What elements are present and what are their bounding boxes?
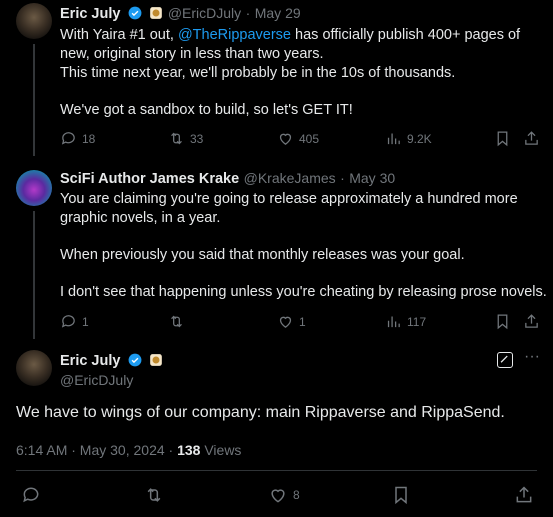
timestamp[interactable]: 6:14 AM · May 30, 2024 ·	[16, 442, 177, 458]
author-handle[interactable]: @EricDJuly	[168, 5, 241, 21]
share-icon	[525, 131, 538, 145]
like-button[interactable]: 405	[277, 130, 319, 147]
body-line: has officially publish 400+ pages of	[291, 27, 521, 43]
like-count: 8	[293, 488, 300, 502]
reply-button[interactable]: 1	[60, 313, 89, 330]
reply-button[interactable]: 18	[60, 130, 95, 147]
share-icon	[516, 486, 532, 503]
like-button[interactable]: 8	[268, 485, 300, 505]
affiliate-badge-icon	[150, 354, 163, 366]
heart-icon	[279, 316, 292, 328]
divider	[16, 470, 537, 471]
verified-badge-icon	[128, 6, 142, 20]
repost-count: 33	[190, 131, 204, 146]
bookmark-button[interactable]	[391, 485, 411, 505]
body-line: graphic novels, in a year.	[60, 210, 221, 226]
author-handle[interactable]: @EricDJuly	[60, 372, 133, 388]
affiliate-badge-icon	[150, 7, 163, 19]
reply-count: 18	[82, 131, 96, 146]
separator-dot: ·	[245, 5, 251, 21]
repost-button[interactable]	[144, 485, 164, 505]
body-line: new, original story in less than two yea…	[60, 46, 324, 62]
reply-icon	[23, 487, 39, 503]
thread-line	[33, 44, 35, 156]
body-line: We've got a sandbox to build, so let's G…	[60, 102, 353, 118]
author-name[interactable]: Eric July	[60, 6, 120, 22]
share-icon	[525, 314, 538, 328]
bookmark-icon	[395, 486, 407, 505]
reply-button[interactable]	[21, 485, 41, 505]
views-button[interactable]: 9.2K	[385, 130, 432, 147]
repost-icon	[171, 315, 182, 328]
avatar[interactable]	[16, 350, 52, 386]
grok-edit-icon[interactable]	[497, 352, 513, 368]
repost-icon	[147, 488, 161, 502]
views-label: Views	[200, 442, 242, 458]
heart-icon	[271, 489, 285, 503]
like-count: 1	[299, 314, 306, 329]
body-line: When previously you said that monthly re…	[60, 247, 465, 263]
tweet-date[interactable]: May 30	[349, 170, 395, 186]
views-count: 138	[177, 442, 201, 458]
body-line: This time next year, we'll probably be i…	[60, 65, 456, 81]
bookmark-button[interactable]	[494, 130, 511, 147]
tweet-date[interactable]: May 29	[255, 5, 301, 21]
repost-button[interactable]: 33	[168, 130, 203, 147]
body-line: You are claiming you're going to release…	[60, 191, 518, 207]
tweet-body: You are claiming you're going to release…	[60, 190, 547, 302]
bookmark-button[interactable]	[494, 313, 511, 330]
author-handle[interactable]: @KrakeJames	[244, 170, 336, 186]
tweet-body: With Yaira #1 out, @TheRippaverse has of…	[60, 26, 520, 120]
reply-count: 1	[82, 314, 89, 329]
separator-dot: ·	[340, 170, 345, 186]
author-name[interactable]: SciFi Author James Krake	[60, 171, 239, 187]
avatar[interactable]	[16, 170, 52, 206]
views-chart-icon	[387, 133, 400, 145]
more-options-icon[interactable]: ···	[522, 349, 542, 368]
author-name[interactable]: Eric July	[60, 353, 120, 369]
bookmark-icon	[497, 131, 508, 147]
share-button[interactable]	[514, 485, 534, 505]
heart-icon	[279, 133, 292, 145]
views-button[interactable]: 117	[385, 313, 426, 330]
verified-badge-icon	[128, 353, 142, 367]
like-button[interactable]: 1	[277, 313, 306, 330]
avatar[interactable]	[16, 3, 52, 39]
views-count: 117	[407, 314, 427, 329]
like-count: 405	[299, 131, 320, 146]
body-line: With Yaira #1 out,	[60, 27, 178, 43]
body-line: I don't see that happening unless you're…	[60, 284, 547, 300]
share-button[interactable]	[523, 130, 540, 147]
reply-icon	[61, 315, 75, 328]
repost-icon	[171, 132, 182, 145]
thread-line	[33, 211, 35, 339]
bookmark-icon	[497, 314, 508, 330]
repost-button[interactable]	[168, 313, 185, 330]
views-chart-icon	[387, 316, 400, 328]
share-button[interactable]	[523, 313, 540, 330]
views-count: 9.2K	[407, 131, 432, 146]
mention-link[interactable]: @TheRippaverse	[178, 27, 291, 43]
main-tweet-text: We have to wings of our company: main Ri…	[16, 404, 505, 421]
reply-icon	[61, 132, 75, 145]
